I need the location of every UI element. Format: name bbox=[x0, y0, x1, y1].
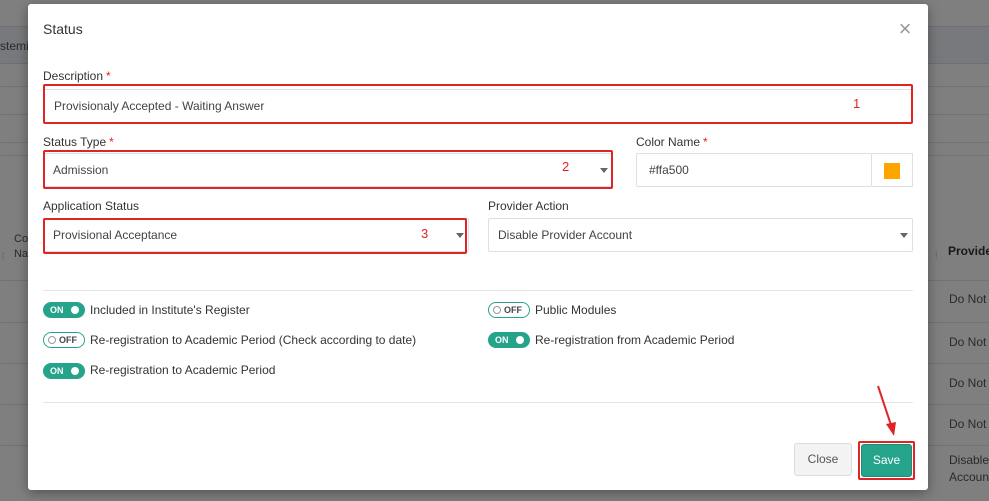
color-swatch bbox=[884, 163, 900, 179]
annotation-number: 2 bbox=[562, 159, 570, 174]
toggle-label: Included in Institute's Register bbox=[90, 303, 250, 317]
toggle-knob bbox=[48, 336, 56, 344]
toggle-rereg-to-period[interactable]: ON bbox=[43, 363, 85, 379]
toggle-state: OFF bbox=[59, 335, 77, 345]
annotation-arrow-icon bbox=[877, 385, 896, 436]
color-name-label-text: Color Name bbox=[636, 135, 701, 149]
close-button[interactable]: Close bbox=[794, 443, 852, 476]
status-modal: Status × Description * Provisionaly Accep… bbox=[28, 4, 928, 490]
toggle-label: Re-registration from Academic Period bbox=[535, 333, 735, 347]
toggle-label: Public Modules bbox=[535, 303, 617, 317]
provider-action-label: Provider Action bbox=[488, 199, 569, 213]
annotation-box-2 bbox=[43, 150, 613, 189]
toggle-state: ON bbox=[50, 305, 64, 315]
toggle-state: ON bbox=[495, 335, 509, 345]
close-icon[interactable]: × bbox=[896, 18, 914, 40]
section-divider bbox=[43, 402, 913, 403]
color-name-label: Color Name * bbox=[636, 135, 708, 149]
toggle-knob bbox=[71, 367, 79, 375]
toggle-label: Re-registration to Academic Period (Chec… bbox=[90, 333, 417, 347]
annotation-box-3 bbox=[43, 218, 467, 254]
annotation-number: 1 bbox=[853, 96, 861, 111]
required-marker: * bbox=[106, 69, 111, 83]
provider-action-select[interactable]: Disable Provider Account bbox=[488, 218, 913, 252]
toggle-knob bbox=[71, 306, 79, 314]
toggle-state: ON bbox=[50, 366, 64, 376]
toggle-label: Re-registration to Academic Period bbox=[90, 363, 276, 377]
description-label-text: Description bbox=[43, 69, 104, 83]
toggle-rereg-from-period[interactable]: ON bbox=[488, 332, 530, 348]
section-divider bbox=[43, 290, 913, 291]
toggle-knob bbox=[493, 306, 501, 314]
description-label: Description * bbox=[43, 69, 111, 83]
toggle-rereg-to-period-date[interactable]: OFF bbox=[43, 332, 85, 348]
color-name-input[interactable]: #ffa500 bbox=[636, 153, 872, 187]
modal-title: Status bbox=[43, 21, 83, 37]
status-type-label-text: Status Type bbox=[43, 135, 107, 149]
required-marker: * bbox=[703, 135, 708, 149]
required-marker: * bbox=[109, 135, 114, 149]
annotation-box-1 bbox=[43, 84, 913, 124]
provider-action-value: Disable Provider Account bbox=[498, 228, 633, 242]
toggle-included-register[interactable]: ON bbox=[43, 302, 85, 318]
chevron-down-icon bbox=[900, 233, 908, 238]
toggle-public-modules[interactable]: OFF bbox=[488, 302, 530, 318]
annotation-number: 3 bbox=[421, 226, 429, 241]
application-status-label: Application Status bbox=[43, 199, 140, 213]
toggle-knob bbox=[516, 336, 524, 344]
status-type-label: Status Type * bbox=[43, 135, 114, 149]
toggle-state: OFF bbox=[504, 305, 522, 315]
save-annotation-box bbox=[858, 441, 915, 480]
color-picker-button[interactable] bbox=[872, 153, 913, 187]
